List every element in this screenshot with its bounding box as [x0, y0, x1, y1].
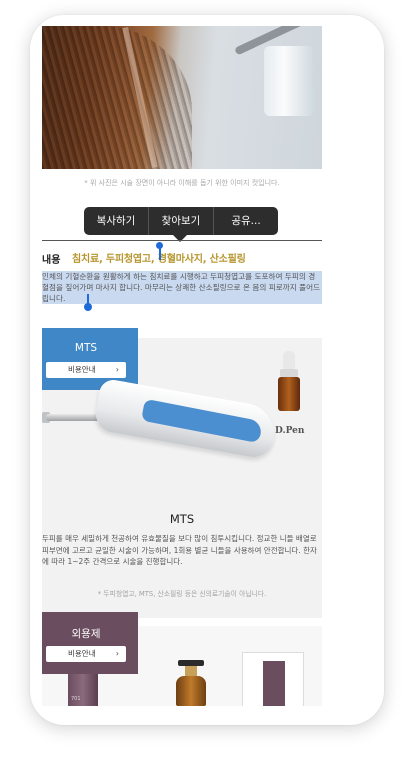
external-product-pump-image [174, 660, 208, 706]
hair-image [42, 26, 192, 169]
mts-description: 두피를 매우 세밀하게 천공하여 유효물질을 보다 많이 침투시킵니다. 정교한… [42, 534, 317, 566]
copy-option[interactable]: 복사하기 [84, 207, 148, 235]
chevron-right-icon: › [115, 365, 119, 374]
selected-description[interactable]: 인체의 기혈순환을 원활하게 하는 침치료를 시행하고 두피청엽고를 도포하여 … [42, 271, 322, 304]
external-tag-title: 외용제 [71, 628, 101, 640]
hero-photo [42, 26, 322, 169]
mts-title: MTS [169, 512, 195, 526]
text-context-menu: 복사하기 찾아보기 공유... [84, 207, 278, 235]
product-label: 701 [71, 696, 81, 702]
chevron-right-icon: › [115, 649, 119, 658]
spray-bottle-image [264, 46, 314, 116]
content-label: 내용 [42, 255, 61, 266]
mts-price-button[interactable]: 비용안내 › [46, 362, 126, 378]
lookup-option[interactable]: 찾아보기 [149, 207, 213, 235]
page-screen: * 위 사진은 시술 장면이 아니라 이해를 돕기 위한 이미지 컷입니다. 복… [42, 26, 322, 706]
device-logo: D.Pen [275, 426, 305, 436]
external-price-button[interactable]: 비용안내 › [46, 646, 126, 662]
divider [42, 240, 322, 241]
serum-dropper-image [276, 351, 302, 411]
external-product-tube-image: 701 [68, 672, 98, 706]
mts-note: * 두피청엽고, MTS, 산소필링 등은 신의료기술이 아닙니다. [97, 590, 267, 598]
external-price-label: 비용안내 [68, 649, 96, 658]
mts-price-label: 비용안내 [68, 365, 96, 374]
selection-end-handle[interactable] [84, 303, 92, 311]
external-product-box-image [242, 652, 304, 706]
mts-tag-title: MTS [74, 342, 98, 354]
hero-caption: * 위 사진은 시술 장면이 아니라 이해를 돕기 위한 이미지 컷입니다. [84, 179, 280, 187]
share-option[interactable]: 공유... [214, 207, 278, 235]
external-tag: 외용제 비용안내 › [42, 612, 138, 674]
